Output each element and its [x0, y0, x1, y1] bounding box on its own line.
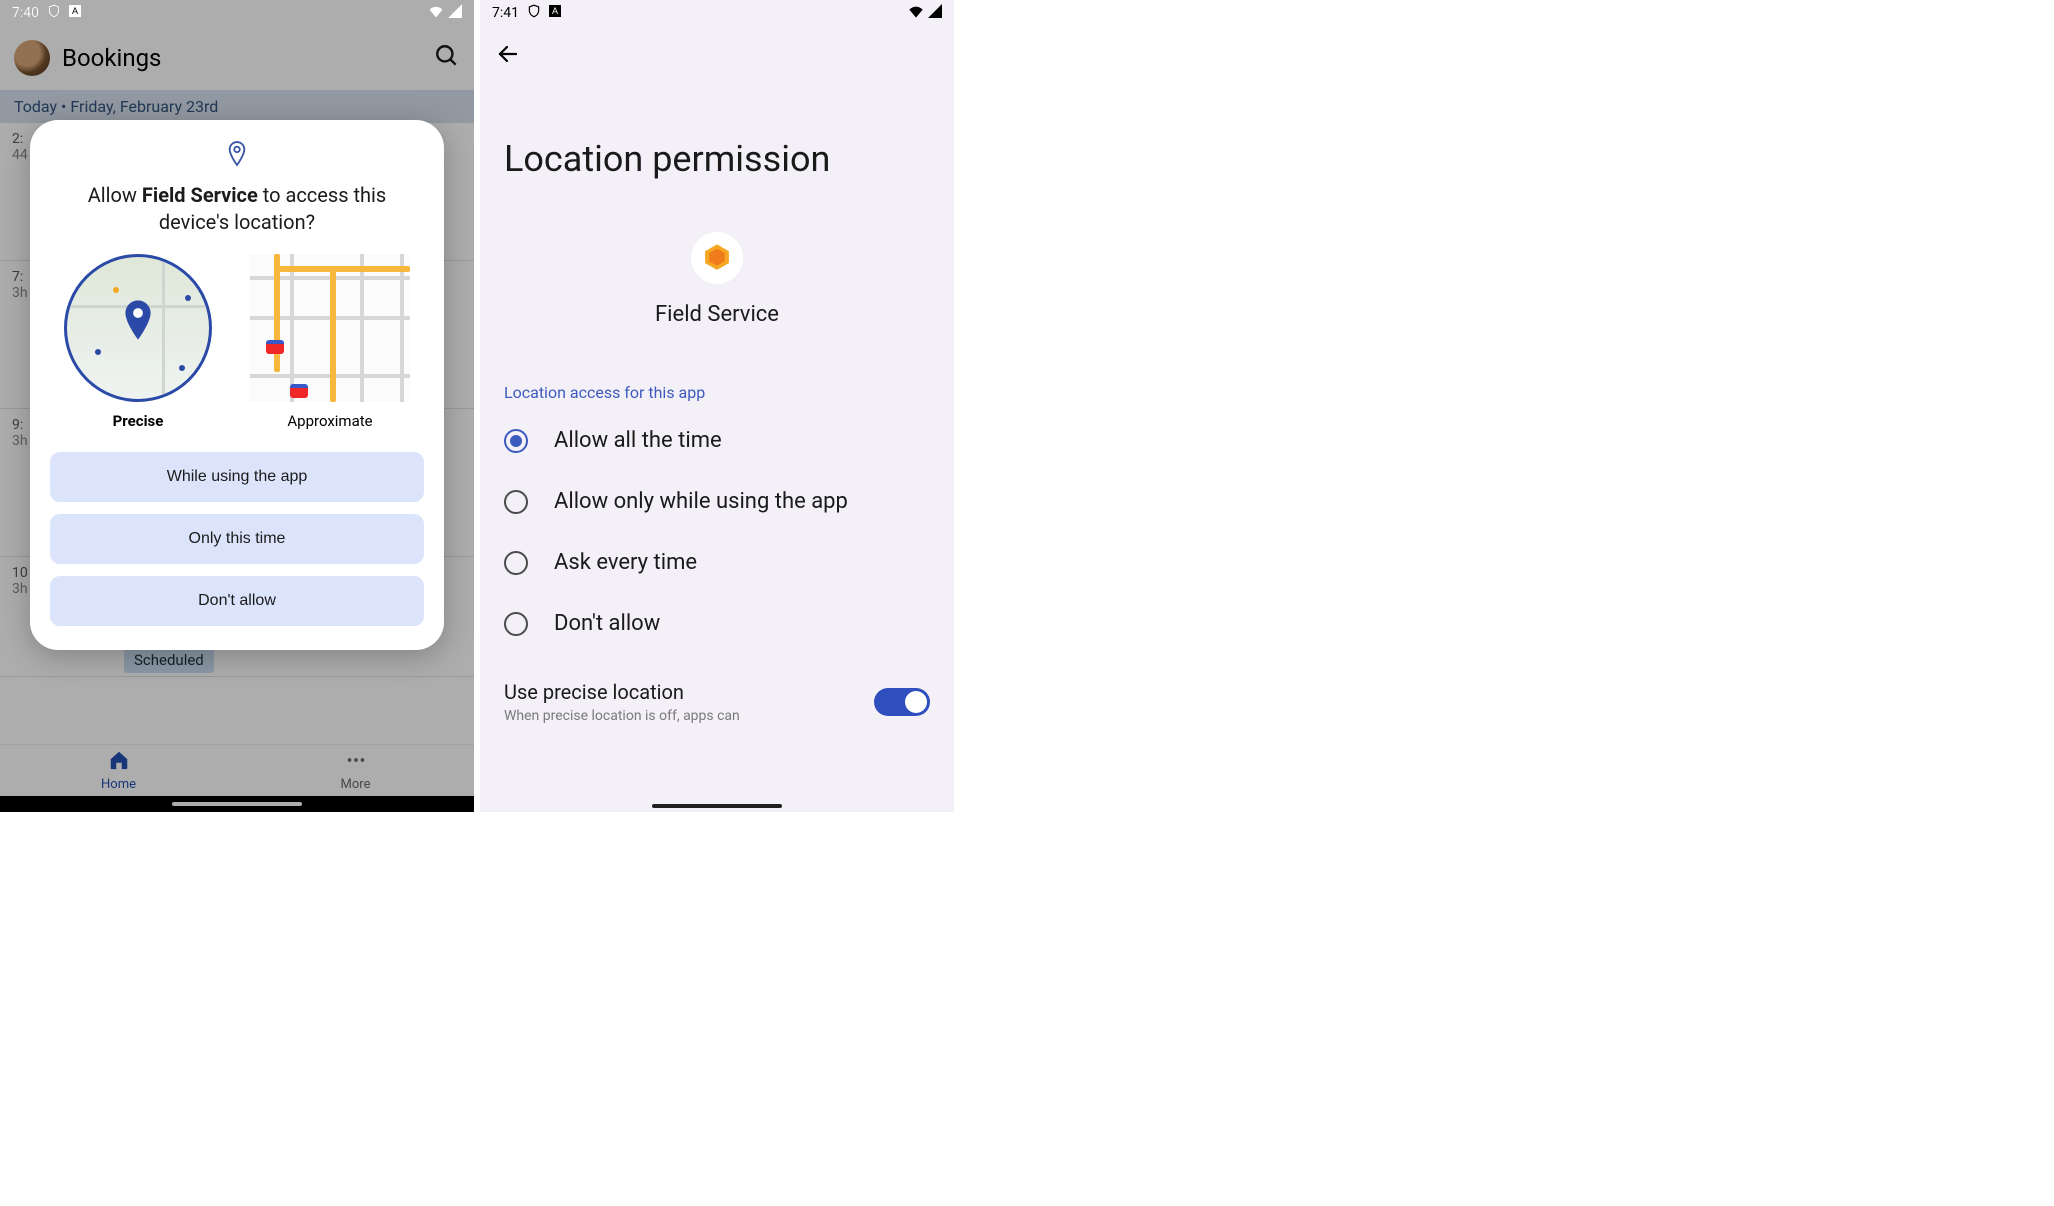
phone-left: 7:40 A Bookings	[0, 0, 474, 812]
shield-icon	[527, 4, 541, 22]
accuracy-approximate[interactable]: Approximate	[250, 254, 410, 430]
signal-icon	[928, 4, 942, 22]
status-bar: 7:41 A	[480, 0, 954, 26]
permission-dialog: Allow Field Service to access this devic…	[30, 120, 444, 650]
accuracy-options: Precise Approximate	[50, 254, 424, 430]
pin-icon	[121, 300, 155, 346]
precise-label: Precise	[113, 412, 164, 430]
section-label: Location access for this app	[480, 383, 954, 410]
dialog-title: Allow Field Service to access this devic…	[50, 182, 424, 254]
precise-title: Use precise location	[504, 680, 740, 704]
signal-icon	[448, 4, 462, 22]
allow-only-this-time-button[interactable]: Only this time	[50, 514, 424, 564]
precise-subtitle: When precise location is off, apps can	[504, 708, 740, 724]
accuracy-precise[interactable]: Precise	[64, 254, 212, 430]
radio-unselected-icon	[504, 612, 528, 636]
status-bar-overlay: 7:40 A	[0, 0, 474, 26]
app-info-block: Field Service	[480, 208, 954, 383]
option-ask-every-time[interactable]: Ask every time	[480, 532, 954, 593]
wifi-icon	[428, 4, 444, 22]
status-time: 7:40	[12, 5, 39, 21]
badge-icon: A	[549, 5, 561, 21]
svg-text:A: A	[552, 6, 558, 16]
option-dont-allow[interactable]: Don't allow	[480, 593, 954, 654]
dont-allow-button[interactable]: Don't allow	[50, 576, 424, 626]
option-allow-while-using[interactable]: Allow only while using the app	[480, 471, 954, 532]
back-icon[interactable]	[496, 51, 520, 70]
wifi-icon	[908, 4, 924, 22]
approximate-label: Approximate	[287, 412, 372, 430]
radio-unselected-icon	[504, 490, 528, 514]
svg-text:A: A	[72, 6, 78, 16]
shield-icon	[47, 4, 61, 22]
gesture-pill[interactable]	[652, 804, 782, 808]
radio-unselected-icon	[504, 551, 528, 575]
precise-location-toggle[interactable]	[874, 688, 930, 716]
app-name: Field Service	[655, 302, 779, 327]
option-allow-all-time[interactable]: Allow all the time	[480, 410, 954, 471]
phone-right: 7:41 A Location permission	[480, 0, 954, 812]
allow-while-using-button[interactable]: While using the app	[50, 452, 424, 502]
app-icon	[691, 232, 743, 284]
use-precise-location-row[interactable]: Use precise location When precise locati…	[480, 654, 954, 724]
approximate-map-icon	[250, 254, 410, 402]
location-pin-icon	[226, 140, 248, 172]
page-title: Location permission	[480, 78, 954, 208]
precise-map-icon	[64, 254, 212, 402]
status-time: 7:41	[492, 5, 519, 21]
badge-icon: A	[69, 5, 81, 21]
radio-selected-icon	[504, 429, 528, 453]
